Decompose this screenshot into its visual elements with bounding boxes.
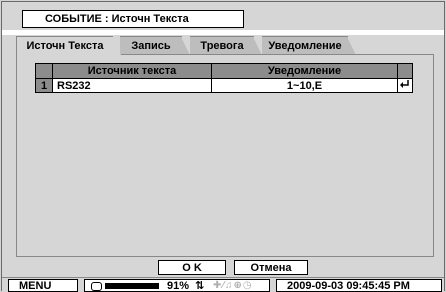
cancel-button[interactable]: Отмена bbox=[234, 260, 308, 275]
tab-slant bbox=[181, 37, 190, 55]
window-title: СОБЫТИЕ : Источн Текста bbox=[22, 10, 244, 28]
tab-slant bbox=[347, 37, 356, 55]
tab-label: Тревога bbox=[200, 40, 244, 52]
hdd-usage-bar bbox=[105, 283, 159, 289]
table-row[interactable]: 1 RS232 1~10,E bbox=[35, 78, 413, 93]
source-header: Источник текста bbox=[52, 63, 212, 79]
tab-alarm[interactable]: Тревога bbox=[190, 36, 262, 55]
tab-panel: Источник текста Уведомление 1 RS232 1~10… bbox=[16, 54, 434, 257]
tab-label: Уведомление bbox=[268, 40, 342, 52]
tab-slant bbox=[112, 37, 121, 55]
tab-slant bbox=[253, 37, 262, 55]
status-icons: ✚⁄♫⊕◷ bbox=[213, 280, 253, 291]
hdd-percent: 91% bbox=[167, 280, 190, 292]
datetime: 2009-09-03 09:45:45 PM bbox=[287, 280, 410, 292]
enter-header bbox=[397, 63, 413, 79]
table-header-row: Источник текста Уведомление bbox=[35, 63, 413, 79]
row-source[interactable]: RS232 bbox=[52, 78, 212, 93]
tab-notification[interactable]: Уведомление bbox=[262, 36, 356, 55]
network-icon: ⇅ bbox=[195, 280, 205, 292]
tab-label: Запись bbox=[131, 40, 171, 52]
ok-button[interactable]: O K bbox=[158, 260, 226, 275]
row-notification[interactable]: 1~10,E bbox=[211, 78, 398, 93]
datetime-display: 2009-09-03 09:45:45 PM bbox=[276, 279, 442, 292]
event-window: СОБЫТИЕ : Источн Текста Источн Текста За… bbox=[1, 1, 445, 292]
tab-label: Источн Текста bbox=[26, 40, 104, 52]
row-index: 1 bbox=[35, 78, 53, 93]
tab-text-source[interactable]: Источн Текста bbox=[16, 36, 121, 55]
tab-record[interactable]: Запись bbox=[120, 36, 190, 55]
text-source-table: Источник текста Уведомление 1 RS232 1~10… bbox=[35, 63, 413, 93]
title-strip bbox=[2, 30, 444, 35]
enter-arrow-icon[interactable] bbox=[397, 78, 413, 93]
index-header bbox=[35, 63, 53, 79]
menu-button[interactable]: MENU bbox=[8, 279, 78, 292]
status-bar: MENU 91% ⇅ ✚⁄♫⊕◷ 2009-09-03 09:45:45 PM bbox=[2, 277, 444, 292]
enter-arrow-icon-svg bbox=[400, 79, 409, 88]
hdd-icon bbox=[91, 282, 102, 291]
hdd-status: 91% ⇅ ✚⁄♫⊕◷ bbox=[84, 279, 270, 292]
notification-header: Уведомление bbox=[211, 63, 398, 79]
